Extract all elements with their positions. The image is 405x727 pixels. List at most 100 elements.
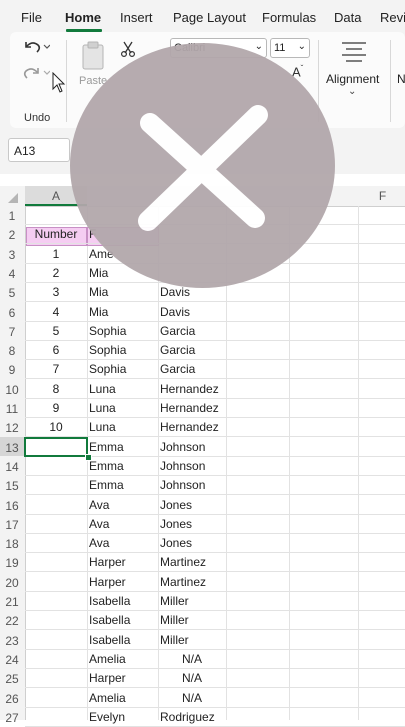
tab-file[interactable]: File [21, 10, 42, 25]
cell-c[interactable]: Davis [160, 305, 190, 319]
row-number[interactable]: 3 [0, 248, 24, 262]
cell-b[interactable]: Ava [89, 498, 109, 512]
row-number[interactable]: 7 [0, 325, 24, 339]
row-number[interactable]: 22 [0, 614, 24, 628]
menu-bar: File Home Insert Page Layout Formulas Da… [0, 0, 405, 32]
cell-c[interactable]: N/A [158, 671, 226, 685]
cell-a[interactable]: 5 [25, 324, 87, 338]
cell-b[interactable]: Amelia [89, 691, 126, 705]
cell-c[interactable]: Jones [160, 498, 192, 512]
cell-c[interactable]: Martinez [160, 575, 206, 589]
cell-b[interactable]: Emma [89, 478, 124, 492]
cell-c[interactable]: Miller [160, 613, 189, 627]
mouse-pointer-icon [52, 71, 66, 99]
cell-c[interactable]: Johnson [160, 478, 205, 492]
cell-c[interactable]: Jones [160, 517, 192, 531]
undo-icon[interactable] [22, 38, 51, 61]
cell-c[interactable]: Johnson [160, 440, 205, 454]
row-number[interactable]: 8 [0, 344, 24, 358]
chevron-down-icon[interactable]: ⌄ [348, 86, 356, 97]
cell-b[interactable]: Isabella [89, 633, 130, 647]
alignment-icon[interactable] [340, 40, 368, 67]
row-number[interactable]: 21 [0, 595, 24, 609]
cell-b[interactable]: Luna [89, 401, 116, 415]
row-number[interactable]: 27 [0, 711, 24, 725]
cell-c[interactable]: N/A [158, 691, 226, 705]
cell-b[interactable]: Isabella [89, 613, 130, 627]
cell-a[interactable]: 7 [25, 362, 87, 376]
row-number[interactable]: 18 [0, 537, 24, 551]
cell-a[interactable]: 4 [25, 305, 87, 319]
row-number[interactable]: 5 [0, 286, 24, 300]
cell-c[interactable]: Hernandez [160, 401, 219, 415]
cell-c[interactable]: Rodriguez [160, 710, 215, 724]
tab-insert[interactable]: Insert [120, 10, 153, 25]
row-number[interactable]: 19 [0, 556, 24, 570]
cell-c[interactable]: Johnson [160, 459, 205, 473]
tab-data[interactable]: Data [334, 10, 361, 25]
close-overlay[interactable] [70, 43, 335, 288]
cell-b[interactable]: Ava [89, 517, 109, 531]
tab-review[interactable]: Revi [380, 10, 405, 25]
row-number[interactable]: 1 [0, 209, 24, 223]
cell-a[interactable]: 10 [25, 420, 87, 434]
cell-b[interactable]: Harper [89, 575, 126, 589]
cell-b[interactable]: Sophia [89, 343, 126, 357]
cell-b[interactable]: Isabella [89, 594, 130, 608]
cell-b[interactable]: Luna [89, 420, 116, 434]
cell-b[interactable]: Sophia [89, 324, 126, 338]
cell-c[interactable]: N/A [158, 652, 226, 666]
row-number[interactable]: 4 [0, 267, 24, 281]
cell-b[interactable]: Sophia [89, 362, 126, 376]
name-box[interactable]: A13 [8, 138, 70, 162]
cell-b[interactable]: Evelyn [89, 710, 125, 724]
cell-b[interactable]: Luna [89, 382, 116, 396]
row-number[interactable]: 9 [0, 363, 24, 377]
cell-c[interactable]: Miller [160, 633, 189, 647]
row-number[interactable]: 15 [0, 479, 24, 493]
row-number[interactable]: 26 [0, 692, 24, 706]
row-number[interactable]: 11 [0, 402, 24, 416]
cell-b[interactable]: Emma [89, 440, 124, 454]
row-number[interactable]: 24 [0, 653, 24, 667]
cell-c[interactable]: Martinez [160, 555, 206, 569]
cell-c[interactable]: Garcia [160, 362, 195, 376]
cell-a[interactable]: 8 [25, 382, 87, 396]
cell-b[interactable]: Mia [89, 305, 108, 319]
column-header-f[interactable]: F [360, 189, 405, 203]
tab-formulas[interactable]: Formulas [262, 10, 316, 25]
row-number[interactable]: 16 [0, 499, 24, 513]
row-number[interactable]: 25 [0, 672, 24, 686]
cell-c[interactable]: Hernandez [160, 420, 219, 434]
cell-b[interactable]: Amelia [89, 652, 126, 666]
redo-icon[interactable] [22, 64, 51, 87]
cell-c[interactable]: Garcia [160, 324, 195, 338]
cell-c[interactable]: Jones [160, 536, 192, 550]
row-number[interactable]: 13 [0, 441, 24, 455]
cell-b[interactable]: Harper [89, 671, 126, 685]
fill-handle[interactable] [85, 454, 92, 461]
row-number[interactable]: 10 [0, 383, 24, 397]
row-number[interactable]: 2 [0, 228, 24, 242]
row-number[interactable]: 14 [0, 460, 24, 474]
row-number[interactable]: 6 [0, 306, 24, 320]
cell-c[interactable]: Hernandez [160, 382, 219, 396]
cell-c[interactable]: Garcia [160, 343, 195, 357]
cell-b[interactable]: Ava [89, 536, 109, 550]
tab-home[interactable]: Home [65, 10, 101, 25]
cell-a[interactable]: 9 [25, 401, 87, 415]
number-group-label[interactable]: N [397, 72, 405, 86]
row-number[interactable]: 23 [0, 634, 24, 648]
table-row: 12 10 Luna Hernandez [0, 418, 405, 438]
cell-b[interactable]: Harper [89, 555, 126, 569]
tab-page-layout[interactable]: Page Layout [173, 10, 246, 25]
selected-cell[interactable] [24, 437, 88, 457]
row-number[interactable]: 12 [0, 421, 24, 435]
cell-a[interactable]: 6 [25, 343, 87, 357]
cell-c[interactable]: Miller [160, 594, 189, 608]
row-number[interactable]: 20 [0, 576, 24, 590]
row-number[interactable]: 17 [0, 518, 24, 532]
table-row: 16 Ava Jones [0, 496, 405, 515]
select-all-button[interactable] [8, 193, 18, 203]
cell-b[interactable]: Emma [89, 459, 124, 473]
